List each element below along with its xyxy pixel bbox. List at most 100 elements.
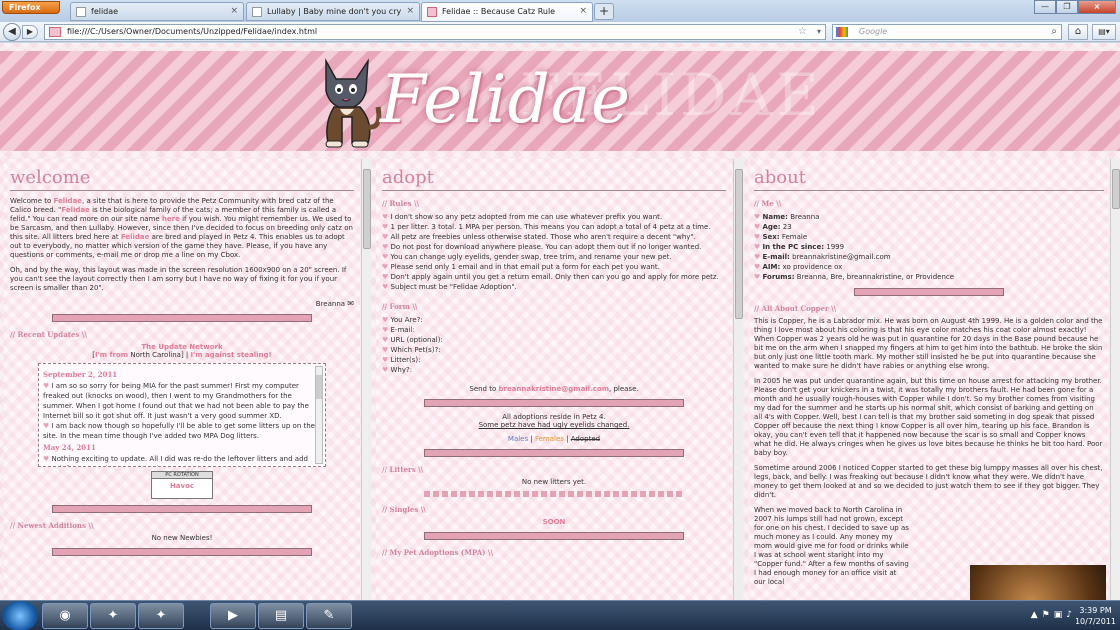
tab-label: Lullaby | Baby mine don't you cry [267,7,402,16]
url-bar[interactable]: file:///C:/Users/Owner/Documents/Unzippe… [44,24,826,40]
me-field: Name: Breanna [754,212,1104,222]
pc-rotation-name: Havoc [169,482,195,490]
rules-heading: // Rules \\ [382,199,420,208]
maximize-icon[interactable]: ❐ [1056,0,1078,14]
window-controls: — ❐ × [1034,0,1116,14]
divider-bar [424,399,684,407]
page-icon [76,7,86,17]
text: Welcome to [10,197,54,205]
petz8-taskbar-icon[interactable]: ✦ [90,603,136,629]
copper-paragraph: Sometime around 2006 I noticed Copper st… [754,464,1103,499]
rule-item: You can change ugly eyelids, gender swap… [382,252,726,262]
field-value: 23 [782,223,792,231]
scrollbar[interactable] [315,366,323,464]
petz4-taskbar-icon[interactable]: ✦ [138,603,184,629]
males-label: Males [507,435,529,443]
search-input[interactable]: Google ⌕ [832,24,1062,40]
tab-felidae-active[interactable]: Felidae :: Because Catz Rule × [421,2,593,22]
close-icon[interactable]: × [579,3,587,20]
rule-item: I don't show so any petz adopted from me… [382,212,726,222]
new-tab-button[interactable]: + [594,3,614,20]
mail-icon[interactable]: ✉ [347,299,354,308]
clock[interactable]: 3:39 PM 10/7/2011 [1075,605,1116,627]
field-key: Name: [762,213,788,221]
welcome-scrollbar[interactable] [361,159,371,600]
firefox-menu-button[interactable]: Firefox [2,1,60,14]
page-icon [252,7,262,17]
start-button[interactable] [2,601,38,630]
form-list: You Are?:E-mail:URL (optional):Which Pet… [382,315,726,375]
tab-lullaby[interactable]: Lullaby | Baby mine don't you cry × [246,2,420,21]
newest-additions-heading: // Newest Additions \\ [10,521,94,530]
me-field: Age: 23 [754,222,1104,232]
reside-note: All adoptions reside in Petz 4. [502,413,606,421]
close-icon[interactable]: × [230,3,238,20]
adopt-scrollbar[interactable] [733,159,743,600]
home-button[interactable]: ⌂ [1068,24,1088,40]
update-entry: Nothing exciting to update. All I did wa… [43,454,321,466]
felidae-link[interactable]: Felidae [121,233,150,241]
copper-paragraph: When we moved back to North Carolina in … [754,506,909,586]
tab-label: felidae [91,7,119,16]
browser-titlebar: Firefox felidae × Lullaby | Baby mine do… [0,0,1120,22]
field-key: E-mail: [762,253,790,261]
update-network-link[interactable]: The Update Network [10,343,354,351]
pc-rotation-badge[interactable]: PC ROTATION Havoc [151,471,213,499]
chevron-down-icon[interactable]: ▾ [817,25,821,39]
notepad-taskbar-icon[interactable]: ✎ [306,603,352,629]
form-field: Which Pet(s)?: [382,345,726,355]
google-icon[interactable] [836,27,848,37]
about-scrollbar[interactable] [1110,159,1120,600]
copper-dog-photo [970,565,1106,600]
firefox-taskbar-icon[interactable]: ◉ [42,603,88,629]
explorer-taskbar-icon[interactable]: ▤ [258,603,304,629]
update-date: May 24, 2011 [43,443,96,452]
signature: Breanna ✉ [10,299,354,308]
recent-updates-heading: // Recent Updates \\ [10,330,87,339]
about-column: about // Me \\ Name: BreannaAge: 23Sex: … [748,159,1110,600]
close-window-icon[interactable]: × [1078,0,1116,14]
page-icon [427,7,437,17]
litters-heading: // Litters \\ [382,465,424,474]
close-icon[interactable]: × [406,3,414,20]
me-field: E-mail: breannakristine@gmail.com [754,252,1104,262]
email-link[interactable]: breannakristine@gmail.com [498,385,609,393]
welcome-column: welcome Welcome to Felidae, a site that … [4,159,360,600]
cat-mascot-image [325,58,382,148]
me-field: In the PC since: 1999 [754,242,1104,252]
rule-item: Do not post for download anywhere please… [382,242,726,252]
felidae-link[interactable]: Felidae [54,197,83,205]
bookmark-star-icon[interactable]: ☆ [798,25,807,39]
update-entry: I am back now though so hopefully I'll b… [43,421,321,441]
forward-button[interactable]: ▶ [22,25,38,39]
update-entry: I am so so sorry for being MIA for the p… [43,381,321,421]
search-icon[interactable]: ⌕ [1051,25,1057,39]
adopt-heading: adopt [382,167,726,191]
here-link[interactable]: here [162,215,180,223]
field-value: xo providence ox [782,263,843,271]
form-field: You Are?: [382,315,726,325]
rules-list: I don't show so any petz adopted from me… [382,212,726,292]
felidae-link[interactable]: Felidae [61,206,90,214]
against-stealing-link[interactable]: I'm against stealing! [190,351,271,359]
updates-scrollbox[interactable]: September 2, 2011 I am so so sorry for b… [38,363,326,467]
update-date: September 2, 2011 [43,370,118,379]
url-text: file:///C:/Users/Owner/Documents/Unzippe… [67,27,318,36]
legend: Males | Females | Adopted [507,435,601,443]
state-text: North Carolina [130,351,181,359]
navigation-toolbar: ◀ ▶ file:///C:/Users/Owner/Documents/Unz… [0,22,1120,42]
field-value: breannakristine@gmail.com [792,253,891,261]
im-from-link[interactable]: I'm from [95,351,128,359]
system-tray[interactable]: ▲⚑▣♪ [1031,610,1076,620]
field-key: Forums: [762,273,795,281]
menu-button[interactable]: ▤▾ [1092,24,1116,40]
media-player-taskbar-icon[interactable]: ▶ [210,603,256,629]
back-button[interactable]: ◀ [3,23,21,41]
text: , please. [609,385,639,393]
me-field: Sex: Female [754,232,1104,242]
welcome-paragraph: Welcome to Felidae, a site that is here … [10,197,354,260]
rule-item: Please send only 1 email and in that ema… [382,262,726,272]
pc-rotation-header: PC ROTATION [152,472,212,479]
minimize-icon[interactable]: — [1034,0,1056,14]
tab-felidae[interactable]: felidae × [70,2,244,21]
